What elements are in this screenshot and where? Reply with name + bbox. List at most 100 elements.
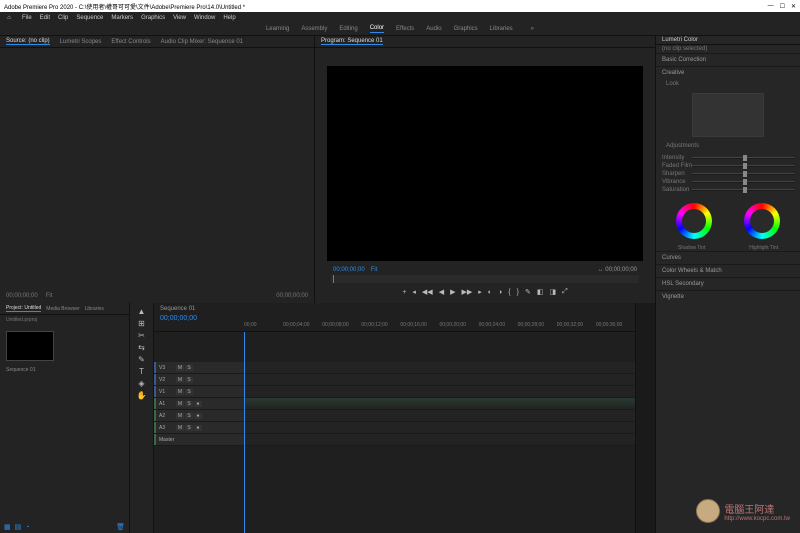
color-wheel-highlight[interactable]	[744, 203, 780, 239]
project-new-icon[interactable]: ◔	[25, 524, 29, 531]
slider-saturation[interactable]	[692, 189, 794, 191]
section-color-wheels[interactable]: Color Wheels & Match	[656, 264, 800, 277]
transport-btn[interactable]: ▶▶	[461, 288, 472, 296]
audio-meter[interactable]	[636, 303, 656, 533]
tab-libraries[interactable]: Libraries	[85, 306, 104, 312]
track-solo[interactable]: S	[185, 401, 193, 407]
program-viewer[interactable]	[327, 66, 643, 261]
sequence-thumbnail[interactable]	[6, 331, 54, 361]
track-name[interactable]: V2	[159, 377, 173, 383]
workspace-overflow-icon[interactable]: »	[531, 26, 534, 32]
tab-lumetri-scopes[interactable]: Lumetri Scopes	[60, 39, 102, 45]
menu-sequence[interactable]: Sequence	[76, 15, 103, 21]
transport-btn[interactable]: }	[517, 289, 519, 296]
track-toggle[interactable]: M	[176, 389, 184, 395]
tab-program[interactable]: Program: Sequence 01	[321, 38, 383, 45]
track-name[interactable]: Master	[159, 437, 173, 443]
menu-help[interactable]: Help	[223, 15, 235, 21]
menu-graphics[interactable]: Graphics	[141, 15, 165, 21]
source-zoom[interactable]: Fit	[46, 293, 53, 299]
transport-btn[interactable]: ✎	[525, 288, 531, 296]
transport-btn[interactable]: ◧	[537, 288, 544, 296]
menu-markers[interactable]: Markers	[111, 15, 133, 21]
section-curves[interactable]: Curves	[656, 251, 800, 264]
track-toggle[interactable]: M	[176, 365, 184, 371]
section-hsl[interactable]: HSL Secondary	[656, 277, 800, 290]
hand-tool[interactable]: ✋	[137, 391, 147, 400]
transport-btn[interactable]: ◐	[488, 289, 492, 296]
program-fit[interactable]: Fit	[371, 267, 378, 273]
track-name[interactable]: A1	[159, 401, 173, 407]
menu-window[interactable]: Window	[194, 15, 215, 21]
project-list-icon[interactable]: ▤	[15, 523, 22, 531]
selection-tool[interactable]: ▲	[138, 307, 146, 316]
track-mute[interactable]: M	[176, 413, 184, 419]
menu-file[interactable]: File	[22, 15, 32, 21]
track-solo[interactable]: S	[185, 413, 193, 419]
tab-source[interactable]: Source: (no clip)	[6, 38, 50, 45]
track-name[interactable]: V3	[159, 365, 173, 371]
slider-faded[interactable]	[692, 165, 794, 167]
transport-btn[interactable]: ◂	[412, 288, 416, 296]
transport-btn[interactable]: ⤢	[562, 288, 568, 296]
home-icon[interactable]: ⌂	[4, 15, 14, 21]
creative-look-preview[interactable]	[692, 93, 764, 137]
timeline-ruler[interactable]: 00;00 00;00;04;00 00;00;08;00 00;00;12;0…	[154, 322, 635, 332]
track-a1-area[interactable]	[244, 398, 635, 409]
workspace-graphics[interactable]: Graphics	[454, 26, 478, 32]
tab-media-browser[interactable]: Media Browser	[46, 306, 79, 312]
section-creative[interactable]: Creative	[656, 66, 800, 79]
slider-vibrance[interactable]	[692, 181, 794, 183]
tab-audio-mixer[interactable]: Audio Clip Mixer: Sequence 01	[161, 39, 243, 45]
color-wheel-shadow[interactable]	[676, 203, 712, 239]
track-mute[interactable]: M	[176, 401, 184, 407]
track-v1-area[interactable]	[244, 386, 635, 397]
workspace-audio[interactable]: Audio	[426, 26, 441, 32]
slip-tool[interactable]: ⇆	[138, 343, 145, 352]
source-viewer[interactable]	[0, 48, 314, 289]
close-button[interactable]: ✕	[791, 3, 796, 10]
track-lock[interactable]: S	[185, 377, 193, 383]
menu-edit[interactable]: Edit	[40, 15, 50, 21]
project-view-icon[interactable]: ▦	[4, 523, 11, 531]
track-mute[interactable]: M	[176, 425, 184, 431]
track-master-area[interactable]	[244, 434, 635, 445]
track-v3-area[interactable]	[244, 362, 635, 373]
workspace-learning[interactable]: Learning	[266, 26, 289, 32]
track-name[interactable]: V1	[159, 389, 173, 395]
track-lock[interactable]: S	[185, 389, 193, 395]
minimize-button[interactable]: —	[768, 3, 774, 10]
slider-intensity[interactable]	[692, 157, 794, 159]
transport-btn[interactable]: ◀	[439, 288, 444, 296]
slider-sharpen[interactable]	[692, 173, 794, 175]
tab-effect-controls[interactable]: Effect Controls	[111, 39, 150, 45]
workspace-editing[interactable]: Editing	[339, 26, 357, 32]
transport-btn[interactable]: ◀◀	[422, 288, 433, 296]
menu-clip[interactable]: Clip	[58, 15, 68, 21]
maximize-button[interactable]: ☐	[780, 3, 785, 10]
program-scrubber[interactable]	[331, 275, 639, 283]
track-name[interactable]: A3	[159, 425, 173, 431]
program-time-left[interactable]: 00;00;00;00	[333, 267, 365, 273]
track-lock[interactable]: S	[185, 365, 193, 371]
transport-btn[interactable]: ◨	[549, 288, 556, 296]
timeline-playhead[interactable]	[244, 332, 245, 533]
trash-icon[interactable]: 🗑	[116, 523, 125, 531]
sequence-name[interactable]: Sequence 01	[6, 367, 129, 373]
track-solo[interactable]: S	[185, 425, 193, 431]
section-basic-correction[interactable]: Basic Correction	[656, 53, 800, 66]
track-record[interactable]: ●	[194, 413, 202, 419]
transport-btn[interactable]: ▸	[478, 288, 482, 296]
workspace-effects[interactable]: Effects	[396, 26, 414, 32]
transport-btn[interactable]: {	[508, 289, 510, 296]
type-tool[interactable]: T	[139, 367, 144, 376]
transport-btn[interactable]: ◑	[498, 289, 502, 296]
workspace-assembly[interactable]: Assembly	[301, 26, 327, 32]
pen-tool[interactable]: ✎	[138, 355, 145, 364]
track-record[interactable]: ●	[194, 401, 202, 407]
rectangle-tool[interactable]: ◈	[138, 379, 144, 388]
timeline-sequence-tab[interactable]: Sequence 01	[160, 306, 195, 312]
track-record[interactable]: ●	[194, 425, 202, 431]
timeline-playhead-time[interactable]: 00;00;00;00	[154, 315, 635, 322]
section-vignette[interactable]: Vignette	[656, 290, 800, 303]
